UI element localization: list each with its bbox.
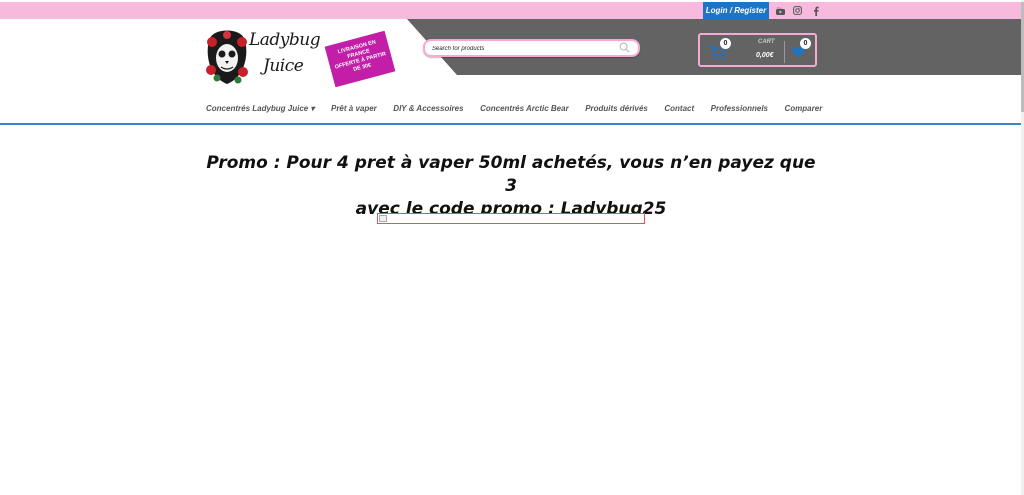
search-icon[interactable] — [619, 42, 630, 53]
nav-item-contact[interactable]: Contact — [664, 104, 694, 113]
cart-count-badge: 0 — [720, 38, 731, 49]
nav-item-produits-derives[interactable]: Produits dérivés — [585, 104, 648, 113]
nav-item-pret-a-vaper[interactable]: Prêt à vaper — [331, 104, 377, 113]
promo-headline: Promo : Pour 4 pret à vaper 50ml achetés… — [200, 152, 822, 221]
search-bar — [423, 39, 640, 57]
page: Login / Register You Ladybug Juice LIVRA — [0, 0, 1024, 495]
cart-label: CART — [758, 39, 775, 45]
facebook-icon[interactable] — [808, 3, 823, 18]
nav-item-diy-accessoires[interactable]: DIY & Accessoires — [393, 104, 463, 113]
free-shipping-badge: LIVRAISON EN FRANCE OFFERTE À PARTIR DE … — [324, 30, 396, 88]
promo-banner-image — [377, 213, 645, 224]
nav-item-comparer[interactable]: Comparer — [785, 104, 823, 113]
broken-image-icon — [379, 215, 387, 222]
search-input[interactable] — [432, 42, 617, 55]
nav-item-professionnels[interactable]: Professionnels — [711, 104, 768, 113]
svg-text:You: You — [777, 7, 782, 10]
nav-item-concentres-ladybug-juice[interactable]: Concentrés Ladybug Juice ▾ — [206, 104, 314, 113]
sugar-skull-icon — [206, 30, 248, 84]
cart-divider — [784, 41, 785, 63]
headline-line: Promo : Pour 4 pret à vaper 50ml achetés… — [206, 153, 816, 196]
ladybug-juice-logo[interactable]: Ladybug Juice — [205, 26, 330, 88]
logo-text-juice: Juice — [263, 56, 304, 76]
wishlist-count-badge: 0 — [800, 38, 811, 49]
main-nav: Concentrés Ladybug Juice ▾ Prêt à vaper … — [206, 104, 839, 113]
cart-total: 0,00€ — [756, 52, 774, 59]
youtube-icon[interactable]: You — [773, 3, 788, 18]
nav-item-concentres-arctic-bear[interactable]: Concentrés Arctic Bear — [480, 104, 569, 113]
logo-text-ladybug: Ladybug — [249, 30, 321, 50]
cart-widget[interactable]: 0 CART 0,00€ 0 — [698, 33, 817, 67]
instagram-icon[interactable] — [790, 3, 805, 18]
top-bar — [0, 2, 1024, 19]
login-register-button[interactable]: Login / Register — [703, 2, 769, 19]
nav-divider — [0, 123, 1024, 125]
